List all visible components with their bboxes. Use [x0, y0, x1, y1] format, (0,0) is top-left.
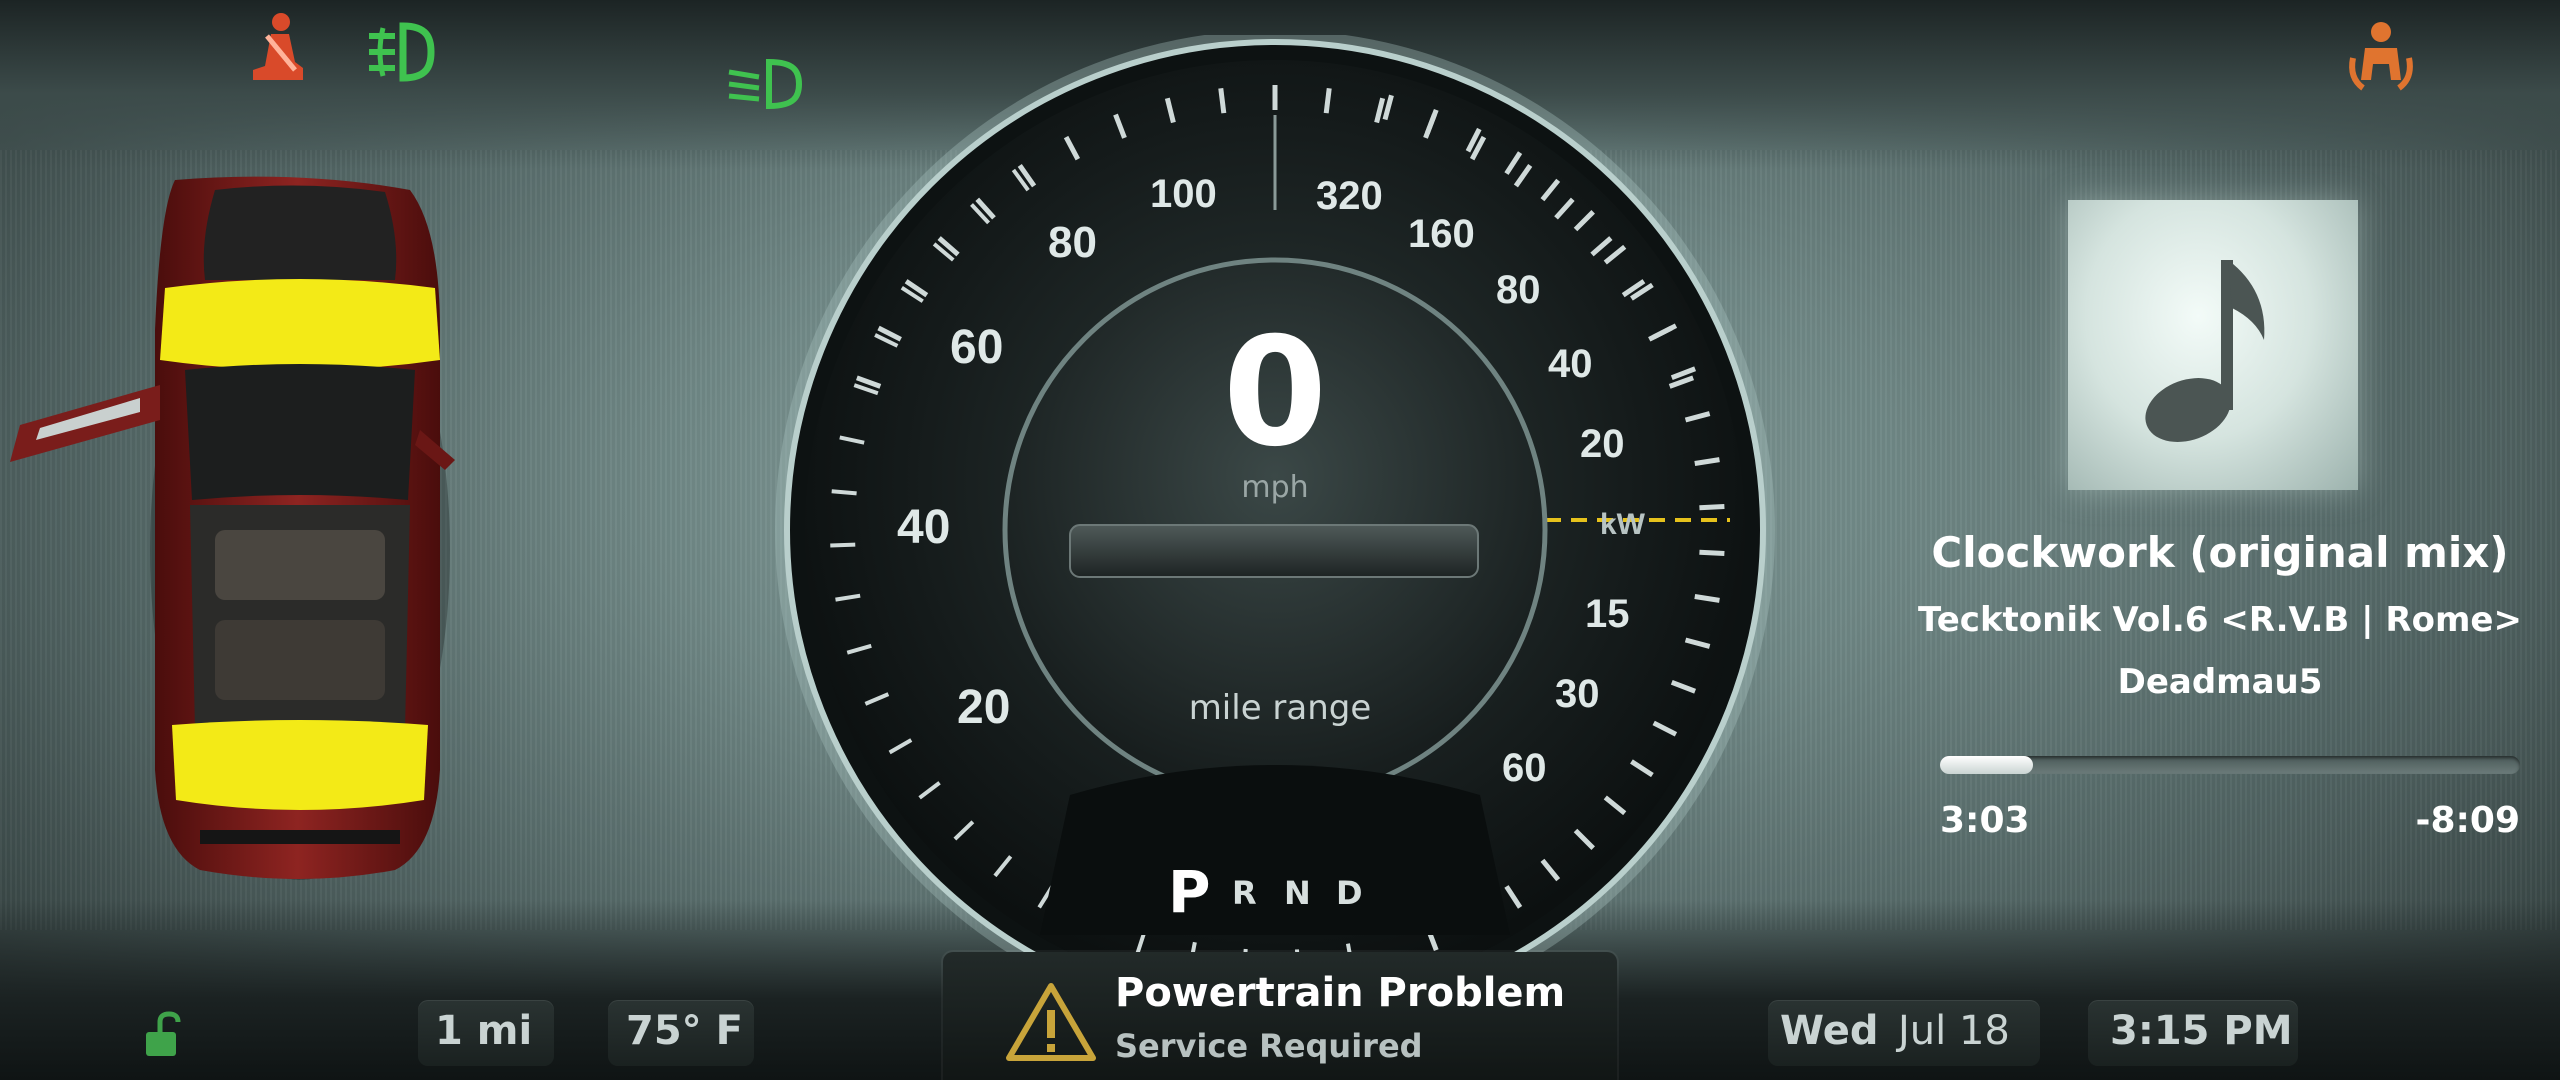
speed-value: 0: [1222, 306, 1328, 480]
rear-trunk-highlight: [172, 720, 428, 810]
passenger-airbag-icon: [2349, 22, 2413, 91]
front-hood-vent: [203, 185, 397, 280]
power-tick-320: 320: [1316, 174, 1383, 218]
open-front-left-door: [10, 385, 160, 462]
gear-neutral: N: [1284, 874, 1311, 912]
power-tick-160: 160: [1408, 212, 1475, 256]
date-date: Jul 18: [1898, 1008, 2010, 1054]
playback-progress-bar[interactable]: [1940, 756, 2520, 774]
speed-unit: mph: [1241, 470, 1309, 505]
speed-tick-60: 60: [950, 321, 1004, 374]
time-elapsed: 3:03: [1940, 800, 2030, 841]
speed-tick-40: 40: [897, 501, 951, 554]
front-trunk-highlight: [160, 279, 440, 370]
windshield: [185, 364, 415, 500]
date-day: Wed: [1780, 1008, 1879, 1054]
gauge-tick: [1699, 503, 1725, 511]
outside-temperature: 75° F: [626, 1008, 743, 1054]
trip-distance: 1 mi: [435, 1008, 533, 1054]
alert-subtitle: Service Required: [1115, 1027, 1423, 1065]
rear-bumper: [200, 830, 400, 844]
gauge-tick: [1323, 88, 1332, 114]
speed-tick-100: 100: [1150, 172, 1217, 216]
gauge-tick: [1699, 549, 1725, 557]
power-tick-80: 80: [1496, 268, 1541, 312]
unlocked-padlock-icon[interactable]: [140, 1010, 184, 1060]
gear-selector-plate: [1040, 765, 1510, 935]
gear-park: P: [1168, 858, 1211, 926]
track-title: Clockwork (original mix): [1931, 528, 2509, 577]
album-art: [2068, 200, 2358, 490]
power-tick-40: 40: [1548, 342, 1593, 386]
gauge-tick: [1218, 88, 1227, 114]
range-bar-track: [1069, 524, 1479, 578]
speed-tick-20: 20: [957, 681, 1011, 734]
music-note-icon: [2145, 260, 2265, 442]
power-tick-60: 60: [1502, 746, 1547, 790]
seatbelt-warning-icon: [253, 13, 303, 80]
rear-seats: [215, 620, 385, 700]
clock-time: 3:15 PM: [2110, 1008, 2293, 1054]
track-artist: Deadmau5: [2117, 662, 2323, 702]
power-tick-30: 30: [1555, 672, 1600, 716]
power-tick-20: 20: [1580, 422, 1625, 466]
warning-triangle-icon: [1006, 983, 1096, 1061]
gear-drive: D: [1336, 874, 1363, 912]
power-unit: kW: [1600, 508, 1645, 541]
front-seats: [215, 530, 385, 600]
gauge-tick: [830, 542, 856, 548]
power-tick-15: 15: [1585, 592, 1630, 636]
track-album: Tecktonik Vol.6 <R.V.B | Rome>: [1918, 600, 2522, 640]
alert-title: Powertrain Problem: [1115, 970, 1566, 1016]
playback-progress-fill: [1940, 756, 2033, 774]
time-remaining: -8:09: [2415, 800, 2520, 841]
fog-light-icon: [369, 22, 435, 82]
speed-tick-80: 80: [1048, 218, 1097, 267]
gear-reverse: R: [1232, 874, 1257, 912]
car-top-view: [10, 176, 455, 880]
range-label: mile range: [1188, 688, 1372, 728]
gauge-tick: [831, 489, 857, 496]
